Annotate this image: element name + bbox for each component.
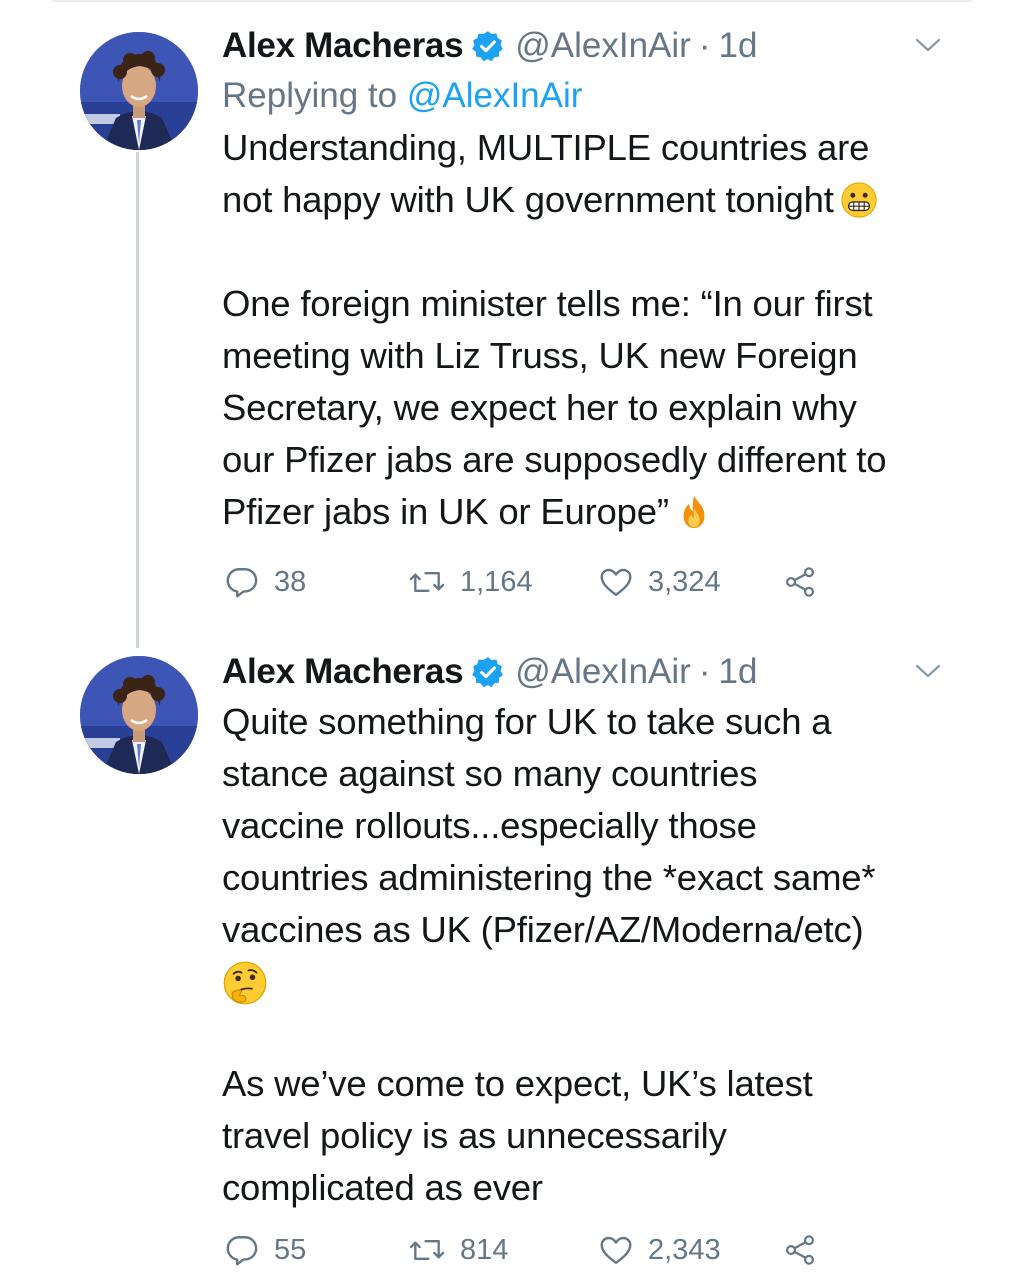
heart-icon <box>600 1236 632 1264</box>
author-handle[interactable]: @AlexInAir <box>515 652 691 692</box>
tweet-timestamp[interactable]: 1d <box>719 652 758 692</box>
retweet-count: 1,164 <box>460 565 533 598</box>
verified-badge-icon <box>472 31 504 62</box>
heart-icon <box>600 568 632 596</box>
reply-count: 38 <box>274 565 307 598</box>
tweet-line: complicated as ever <box>222 1167 543 1208</box>
tweet-line: Secretary, we expect her to explain why <box>222 387 857 428</box>
author-name[interactable]: Alex Macheras <box>222 652 464 692</box>
tweet-actions: 38 1,164 3,324 <box>222 558 842 606</box>
separator-dot: · <box>698 652 711 691</box>
tweet-line-with-emoji: not happy with UK government tonight <box>222 174 964 226</box>
thinking-face-emoji <box>223 961 267 1005</box>
tweet-content: Alex Macheras @AlexInAir · 1d Replying t… <box>222 22 964 538</box>
tweet-line: Understanding, MULTIPLE countries are <box>222 127 870 168</box>
tweet-line: One foreign minister tells me: “In our f… <box>222 283 873 324</box>
tweet-line: travel policy is as unnecessarily <box>222 1115 727 1156</box>
reply-icon <box>226 568 258 598</box>
tweet-line: not happy with UK government tonight <box>222 179 834 220</box>
tweet-line: vaccine rollouts...especially those <box>222 805 757 846</box>
avatar-photo <box>80 656 198 774</box>
avatar[interactable] <box>80 32 198 150</box>
author-name[interactable]: Alex Macheras <box>222 26 464 66</box>
retweet-icon <box>409 1240 445 1260</box>
reply-button[interactable]: 38 <box>224 558 306 606</box>
reply-button[interactable]: 55 <box>224 1226 306 1274</box>
share-button[interactable] <box>782 1226 818 1274</box>
like-count: 3,324 <box>648 565 721 598</box>
reply-count: 55 <box>274 1233 307 1266</box>
share-button[interactable] <box>782 558 818 606</box>
like-count: 2,343 <box>648 1233 721 1266</box>
replying-label: Replying to <box>222 76 398 115</box>
replying-handle-link[interactable]: @AlexInAir <box>407 76 583 115</box>
avatar[interactable] <box>80 656 198 774</box>
author-handle[interactable]: @AlexInAir <box>515 26 691 66</box>
tweet-line: countries administering the *exact same* <box>222 857 876 898</box>
tweet-line-with-emoji: Pfizer jabs in UK or Europe” <box>222 486 964 538</box>
retweet-count: 814 <box>460 1233 509 1266</box>
tweet-line: Pfizer jabs in UK or Europe” <box>222 491 669 532</box>
retweet-button[interactable]: 1,164 <box>408 558 533 606</box>
tweet[interactable]: Alex Macheras @AlexInAir · 1d Replying t… <box>0 0 1024 640</box>
chevron-down-icon[interactable] <box>914 660 942 682</box>
tweet-header: Alex Macheras @AlexInAir · 1d <box>222 22 964 70</box>
tweet-text: Understanding, MULTIPLE countries are no… <box>222 122 964 538</box>
reply-icon <box>226 1236 258 1266</box>
chevron-down-icon[interactable] <box>914 34 942 56</box>
retweet-icon <box>409 572 445 592</box>
tweet-actions: 55 814 2,343 <box>222 1226 842 1274</box>
separator-dot: · <box>698 26 711 65</box>
tweet-line: stance against so many countries <box>222 753 758 794</box>
tweet-content: Alex Macheras @AlexInAir · 1d Quite some… <box>222 648 964 1214</box>
tweet-line: our Pfizer jabs are supposedly different… <box>222 439 887 480</box>
tweet[interactable]: Alex Macheras @AlexInAir · 1d Quite some… <box>0 640 1024 1280</box>
share-icon <box>785 1235 815 1265</box>
tweet-text: Quite something for UK to take such a st… <box>222 696 964 1214</box>
like-button[interactable]: 2,343 <box>598 1226 721 1274</box>
fire-emoji <box>683 495 705 529</box>
replying-to: Replying to @AlexInAir <box>222 70 964 122</box>
share-icon <box>785 567 815 597</box>
tweet-header: Alex Macheras @AlexInAir · 1d <box>222 648 964 696</box>
tweet-line: vaccines as UK (Pfizer/AZ/Moderna/etc) <box>222 909 864 950</box>
tweet-line: meeting with Liz Truss, UK new Foreign <box>222 335 858 376</box>
like-button[interactable]: 3,324 <box>598 558 721 606</box>
retweet-button[interactable]: 814 <box>408 1226 508 1274</box>
tweet-line: Quite something for UK to take such a <box>222 701 832 742</box>
grimacing-face-emoji <box>840 182 877 218</box>
tweet-line: As we’ve come to expect, UK’s latest <box>222 1063 813 1104</box>
avatar-photo <box>80 32 198 150</box>
verified-badge-icon <box>472 657 504 688</box>
tweet-timestamp[interactable]: 1d <box>719 26 758 66</box>
